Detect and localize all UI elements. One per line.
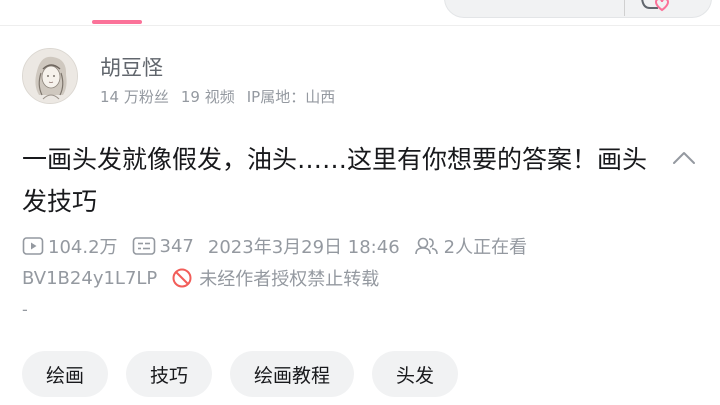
active-tab-indicator: [92, 20, 142, 24]
play-count-icon: [22, 237, 44, 255]
search-heart-icon[interactable]: [640, 0, 670, 16]
bvid[interactable]: BV1B24y1L7LP: [22, 268, 157, 289]
video-id-row: BV1B24y1L7LP 未经作者授权禁止转载: [22, 265, 379, 291]
search-divider: [624, 0, 625, 16]
view-count: 104.2万: [22, 233, 118, 259]
people-icon: [414, 237, 438, 255]
danmaku-icon: [132, 237, 155, 255]
video-count: 19 视频: [180, 88, 235, 106]
top-nav: [0, 0, 720, 26]
video-description: -: [22, 300, 28, 319]
forbid-icon: [172, 268, 192, 288]
tag-item[interactable]: 绘画教程: [230, 351, 355, 397]
search-box[interactable]: [444, 0, 712, 18]
tag-item[interactable]: 技巧: [126, 351, 213, 397]
video-info-page: 胡豆怪 14 万粉丝 19 视频 IP属地：山西 一画头发就像假发，油头……这里…: [0, 0, 720, 405]
follower-count: 14 万粉丝: [100, 88, 169, 106]
danmaku-count: 347: [132, 236, 194, 257]
chevron-up-icon[interactable]: [670, 148, 698, 168]
watching-now-value: 2人正在看: [443, 237, 528, 258]
video-meta: 104.2万 347 2023年3月29日 18:46 2人正在看: [22, 233, 541, 259]
view-count-value: 104.2万: [48, 237, 118, 258]
tag-item[interactable]: 绘画: [22, 351, 109, 397]
copyright-notice-text: 未经作者授权禁止转载: [199, 269, 380, 290]
ip-location: IP属地：山西: [246, 88, 336, 106]
video-title: 一画头发就像假发，油头……这里有你想要的答案！画头发技巧: [22, 145, 648, 216]
uploader-name[interactable]: 胡豆怪: [100, 52, 163, 82]
uploader-stats: 14 万粉丝 19 视频 IP属地：山西: [100, 86, 335, 107]
avatar-sketch-icon: [23, 49, 77, 103]
uploader-avatar[interactable]: [22, 48, 78, 104]
tag-list: 绘画 技巧 绘画教程 头发: [22, 351, 459, 397]
copyright-notice: 未经作者授权禁止转载: [171, 265, 379, 291]
publish-time: 2023年3月29日 18:46: [207, 237, 400, 258]
tag-item[interactable]: 头发: [372, 351, 459, 397]
watching-now: 2人正在看: [414, 233, 527, 259]
danmaku-count-value: 347: [159, 235, 194, 257]
